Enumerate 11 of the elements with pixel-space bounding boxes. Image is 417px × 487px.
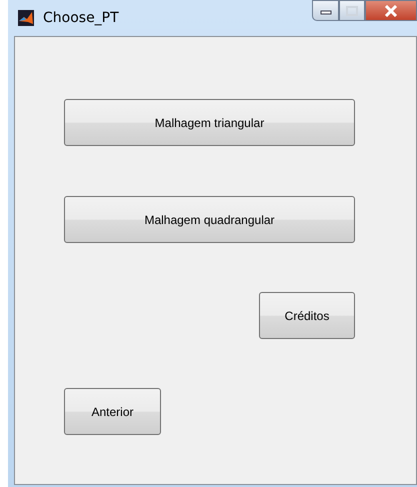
close-button[interactable] — [365, 0, 417, 21]
push-button[interactable]: Anterior — [64, 388, 161, 435]
app-icon — [18, 10, 34, 26]
maximize-button[interactable] — [339, 0, 365, 21]
push-button[interactable]: Créditos — [259, 292, 355, 339]
push-button[interactable]: Malhagem triangular — [64, 99, 355, 146]
maximize-icon — [346, 6, 358, 16]
window-title: Choose_PT — [43, 10, 119, 26]
close-icon — [384, 4, 398, 16]
push-button[interactable]: Malhagem quadrangular — [64, 196, 355, 243]
minimize-button[interactable] — [312, 0, 339, 21]
